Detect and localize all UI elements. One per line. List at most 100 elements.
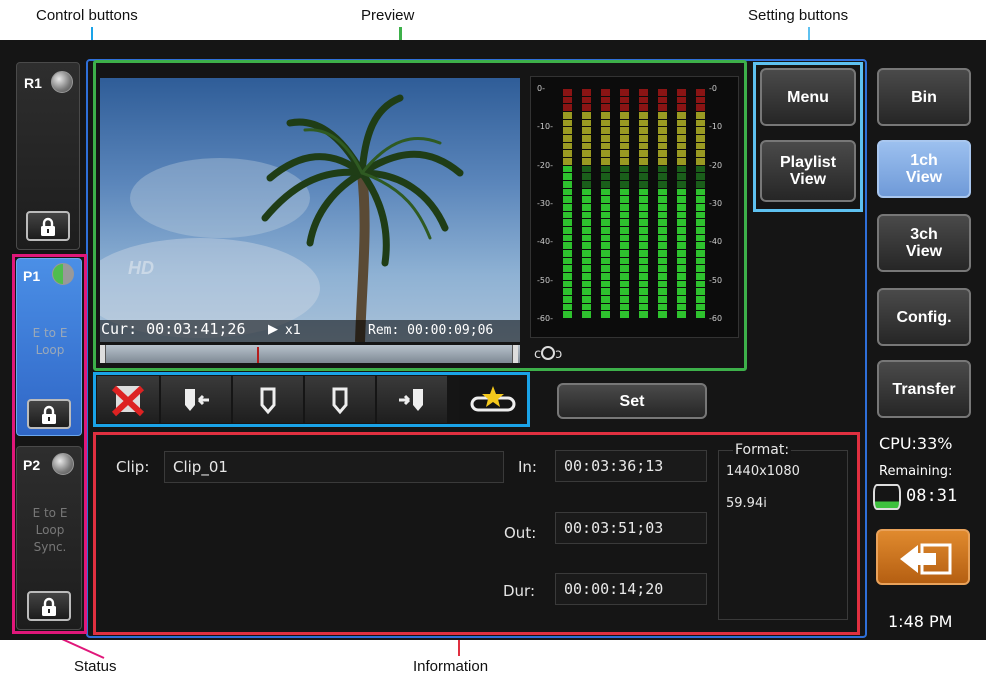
channel-p1-panel[interactable]: P1 E to E Loop: [16, 258, 82, 436]
in-label: In:: [518, 458, 537, 476]
meter-segment: [620, 211, 629, 219]
meter-segment: [601, 280, 610, 288]
meter-segment: [639, 288, 648, 295]
meter-segment: [620, 119, 629, 127]
zoom-icon[interactable]: cɔ: [534, 346, 562, 362]
go-to-out-point-button[interactable]: [377, 376, 447, 423]
set-button[interactable]: Set: [557, 383, 707, 419]
meter-segment: [620, 234, 629, 242]
favorite-clip-button[interactable]: [459, 376, 527, 423]
meter-segment: [658, 234, 667, 242]
meter-segment: [658, 188, 667, 196]
delete-clip-button[interactable]: [97, 376, 159, 423]
meter-segment: [658, 242, 667, 249]
meter-segment: [658, 211, 667, 219]
play-speed-icon: ▶: [268, 321, 278, 336]
meter-segment: [677, 89, 686, 96]
meter-segment: [620, 127, 629, 134]
meter-segment: [620, 112, 629, 119]
meter-scale-label: -60: [709, 313, 723, 323]
meter-segment: [601, 135, 610, 142]
meter-segment: [658, 104, 667, 111]
transfer-button[interactable]: Transfer: [877, 360, 971, 418]
clip-name-field[interactable]: Clip_01: [164, 451, 504, 483]
meter-segment: [658, 142, 667, 150]
format-frame-rate: 59.94i: [726, 496, 767, 511]
config-button[interactable]: Config.: [877, 288, 971, 346]
status-line: Loop: [35, 343, 65, 357]
channel-r1-label: R1: [24, 75, 42, 91]
bin-button[interactable]: Bin: [877, 68, 971, 126]
meter-segment: [601, 158, 610, 165]
meter-segment: [620, 181, 629, 188]
go-to-in-point-button[interactable]: [161, 376, 231, 423]
device-screen: R1 P1 E to E Loop P2 E to E Loop Sync. H…: [0, 40, 986, 640]
back-button[interactable]: [876, 529, 970, 585]
meter-segment: [620, 89, 629, 96]
out-point-field[interactable]: 00:03:51;03: [555, 512, 707, 544]
meter-segment: [696, 89, 705, 96]
meter-segment: [563, 242, 572, 249]
meter-scale-label: -30: [709, 198, 723, 208]
meter-segment: [658, 288, 667, 295]
meter-segment: [696, 242, 705, 249]
meter-segment: [677, 119, 686, 127]
lock-button[interactable]: [26, 211, 70, 241]
palm-tree-image: [100, 94, 464, 342]
meter-segment: [582, 173, 591, 180]
mark-out-button[interactable]: [305, 376, 375, 423]
meter-segment: [620, 280, 629, 288]
meter-segment: [658, 204, 667, 211]
meter-segment: [563, 211, 572, 219]
meter-segment: [601, 303, 610, 311]
timeline-scrubber[interactable]: [100, 345, 520, 363]
meter-segment: [696, 142, 705, 150]
duration-field[interactable]: 00:00:14;20: [555, 573, 707, 605]
meter-channel-bar: [639, 89, 648, 319]
mark-in-button[interactable]: [233, 376, 303, 423]
information-callout: Information: [413, 658, 489, 675]
out-point-marker-icon: [512, 345, 518, 363]
meter-segment: [563, 196, 572, 203]
meter-segment: [582, 188, 591, 196]
meter-segment: [620, 219, 629, 226]
in-point-field[interactable]: 00:03:36;13: [555, 450, 707, 482]
meter-segment: [563, 250, 572, 257]
playlist-view-button[interactable]: Playlist View: [760, 140, 856, 202]
playlist-view-label-line2: View: [789, 171, 827, 188]
exit-arrow-icon: [900, 543, 952, 575]
audio-level-meter: 0- -10- -20- -30- -40- -50- -60- -0 -10 -20 -30 -4…: [530, 76, 739, 338]
meter-segment: [620, 242, 629, 249]
meter-segment: [658, 296, 667, 303]
duration-label: Dur:: [503, 582, 536, 600]
remaining-value: 08:31: [906, 486, 958, 506]
meter-segment: [639, 204, 648, 211]
meter-segment: [696, 204, 705, 211]
meter-segment: [677, 242, 686, 249]
3ch-view-button[interactable]: 3ch View: [877, 214, 971, 272]
lock-button[interactable]: [27, 591, 71, 621]
playhead[interactable]: [257, 347, 259, 363]
meter-segment: [601, 96, 610, 104]
meter-segment: [563, 173, 572, 180]
channel-p2-panel[interactable]: P2 E to E Loop Sync.: [16, 446, 82, 630]
setting-buttons-callout: Setting buttons: [748, 7, 849, 24]
lock-button[interactable]: [27, 399, 71, 429]
meter-segment: [582, 288, 591, 295]
meter-segment: [582, 96, 591, 104]
meter-scale-label: -30-: [537, 198, 553, 208]
1ch-view-button[interactable]: 1ch View: [877, 140, 971, 198]
meter-segment: [582, 104, 591, 111]
channel-r1-panel[interactable]: R1: [16, 62, 80, 250]
meter-segment: [639, 188, 648, 196]
meter-segment: [563, 135, 572, 142]
menu-button[interactable]: Menu: [760, 68, 856, 126]
meter-segment: [601, 234, 610, 242]
meter-segment: [639, 196, 648, 203]
status-line: Sync.: [33, 540, 67, 554]
meter-segment: [677, 181, 686, 188]
meter-segment: [677, 257, 686, 265]
meter-segment: [639, 135, 648, 142]
meter-segment: [639, 142, 648, 150]
meter-channel-bar: [601, 89, 610, 319]
